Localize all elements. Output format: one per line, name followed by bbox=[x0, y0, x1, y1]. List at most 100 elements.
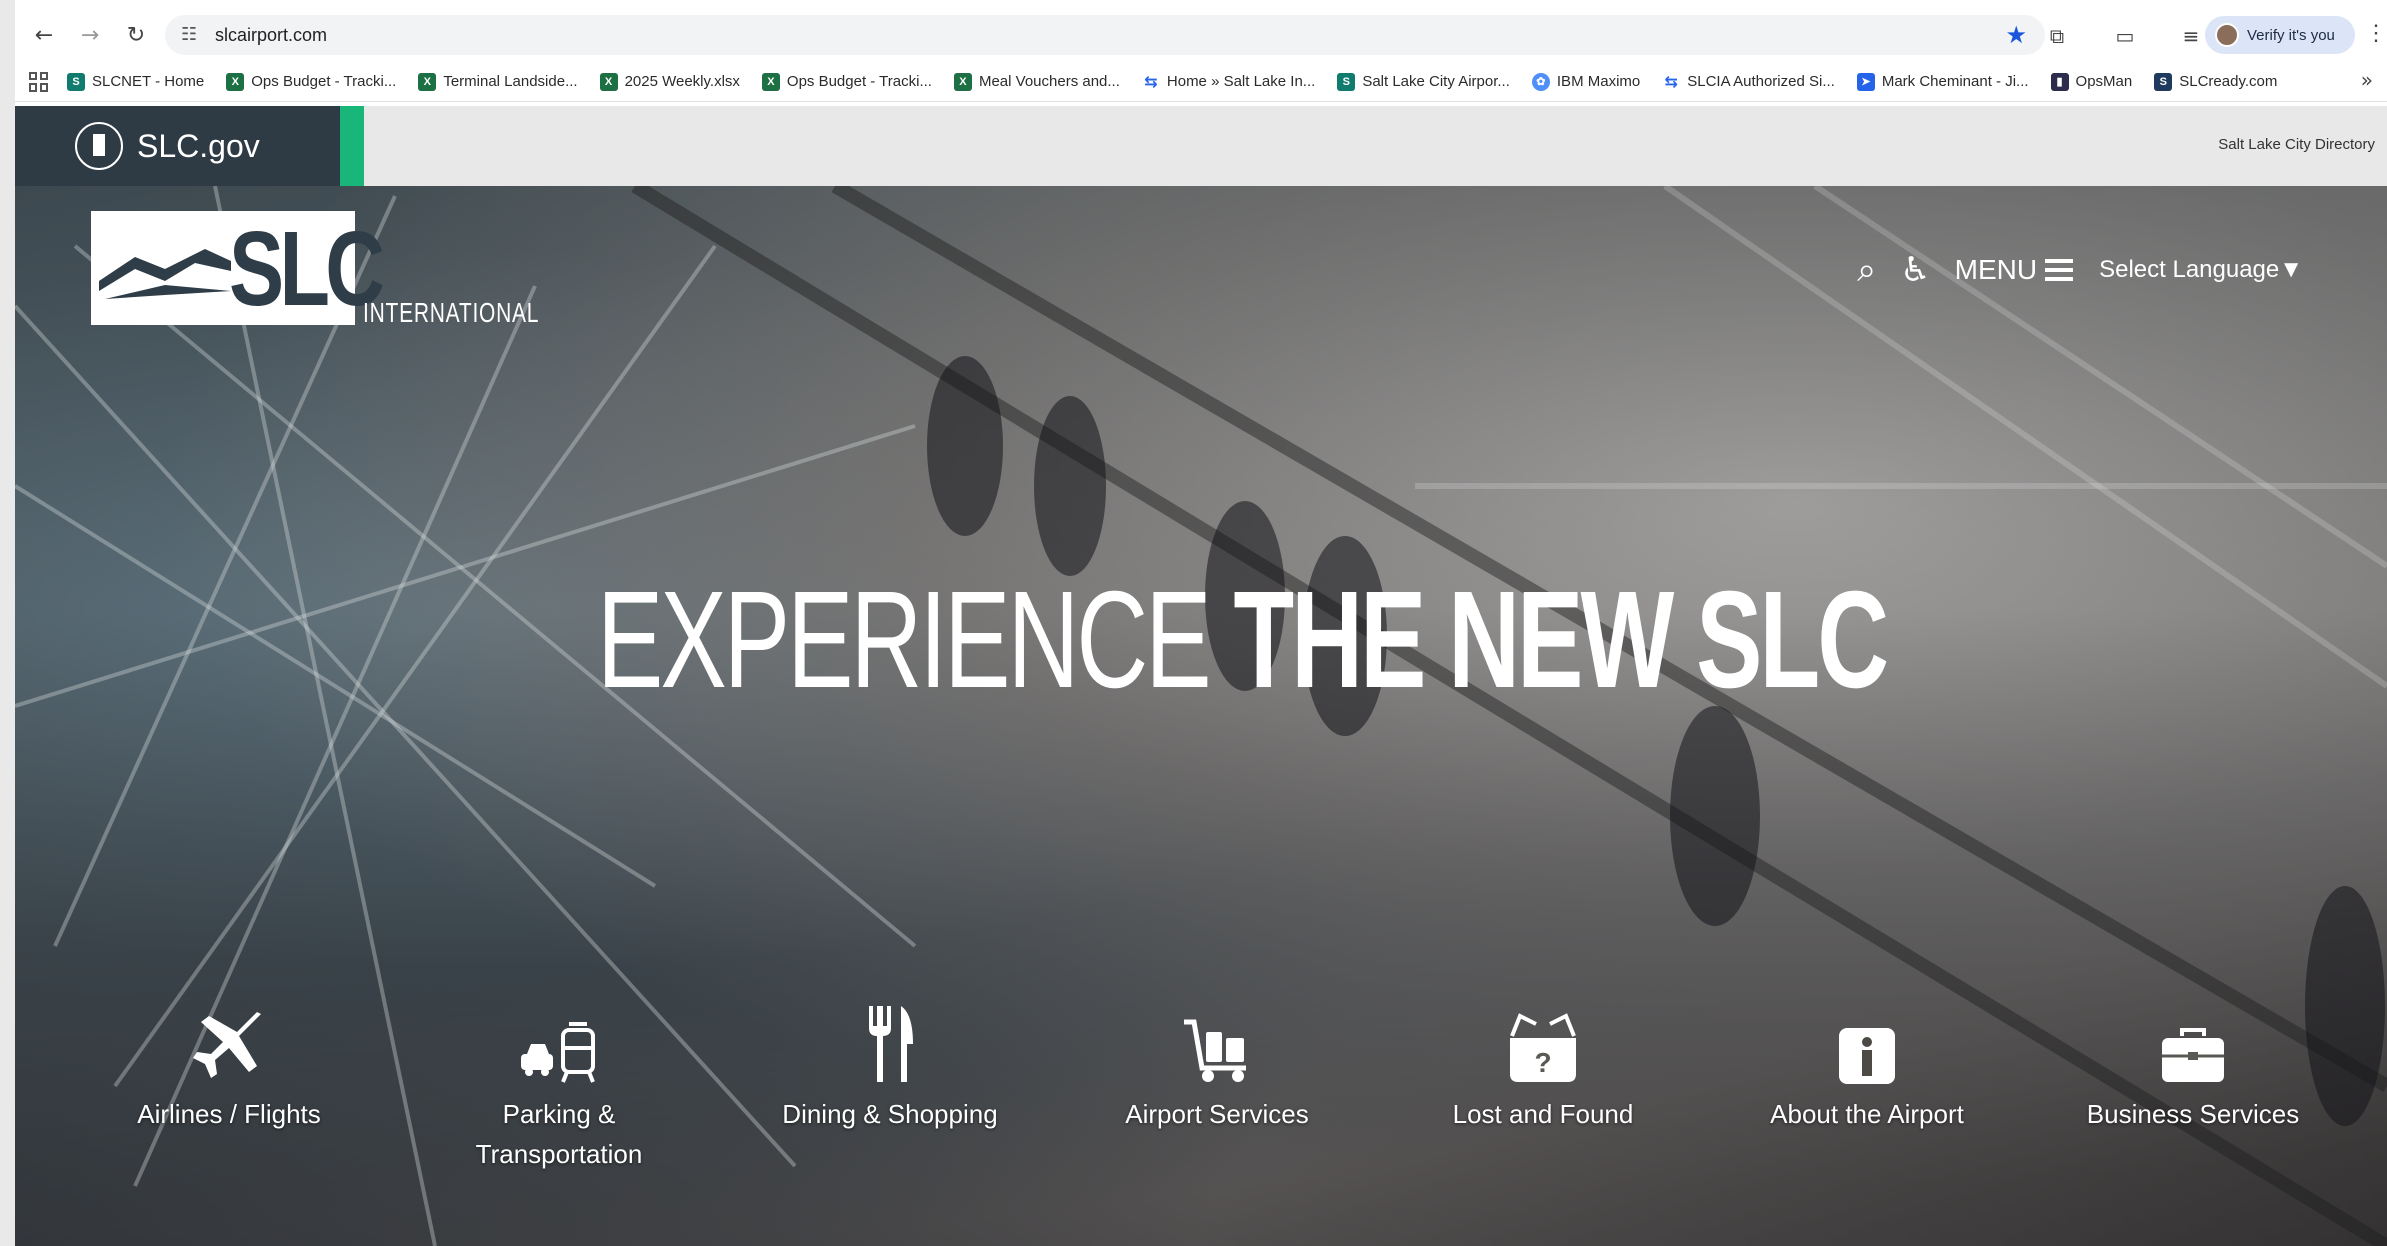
bookmark-star-icon[interactable]: ★ bbox=[2005, 21, 2027, 49]
menu-button[interactable]: MENU bbox=[1954, 254, 2074, 286]
extensions-icon[interactable]: ⧉ bbox=[2040, 20, 2074, 52]
top-navigation: ⌕ ♿ MENU Select Language▼ bbox=[1857, 250, 2303, 290]
address-bar[interactable]: ☷ slcairport.com ★ bbox=[165, 15, 2045, 55]
bookmark-label: SLCNET - Home bbox=[92, 73, 205, 90]
browser-toolbar: ← → ↻ ☷ slcairport.com ★ ⧉ ▭ ≡ Verify it… bbox=[15, 10, 2387, 60]
quick-link-services[interactable]: Airport Services bbox=[1087, 1004, 1347, 1134]
reload-icon[interactable]: ↻ bbox=[119, 18, 153, 52]
bookmark-label: Ops Budget - Tracki... bbox=[786, 73, 932, 90]
headline-bold-text: THE NEW SLC bbox=[1233, 563, 1889, 717]
fork-knife-icon bbox=[869, 1006, 913, 1082]
bookmark-item[interactable]: X Meal Vouchers and... bbox=[953, 72, 1120, 91]
excel-icon: X bbox=[599, 72, 618, 91]
accessibility-icon[interactable]: ♿ bbox=[1900, 250, 1930, 290]
bookmark-item[interactable]: X 2025 Weekly.xlsx bbox=[599, 72, 740, 91]
slcready-icon: S bbox=[2154, 72, 2173, 91]
car-tram-icon bbox=[521, 1022, 595, 1083]
verify-label: Verify it's you bbox=[2247, 26, 2335, 44]
hero-headline: EXPERIENCE THE NEW SLC bbox=[597, 561, 1889, 720]
excel-icon: X bbox=[761, 72, 780, 91]
quick-link-airlines[interactable]: Airlines / Flights bbox=[99, 1004, 359, 1134]
opsman-icon: ▮ bbox=[2050, 72, 2069, 91]
excel-icon: X bbox=[418, 72, 437, 91]
quick-link-lost-found[interactable]: ? Lost and Found bbox=[1413, 1004, 1673, 1134]
quick-link-label: Airport Services bbox=[1125, 1099, 1309, 1129]
headline-light-text: EXPERIENCE bbox=[597, 563, 1234, 717]
quick-link-label: Parking & Transportation bbox=[475, 1099, 643, 1169]
language-select[interactable]: Select Language▼ bbox=[2099, 256, 2303, 284]
bookmark-item[interactable]: ▮ OpsMan bbox=[2050, 72, 2133, 91]
sharepoint-icon: S bbox=[67, 72, 85, 91]
briefcase-icon bbox=[2162, 1028, 2224, 1082]
forward-icon[interactable]: → bbox=[73, 18, 107, 52]
directory-link[interactable]: Salt Lake City Directory bbox=[2218, 136, 2375, 153]
bookmark-item[interactable]: S SLCNET - Home bbox=[67, 72, 205, 91]
quick-link-label: Business Services bbox=[2086, 1099, 2300, 1129]
bookmark-item[interactable]: ✿ IBM Maximo bbox=[1531, 72, 1641, 91]
browser-menu-icon[interactable]: ⋮ bbox=[2365, 20, 2387, 46]
quick-link-label: Airlines / Flights bbox=[137, 1099, 321, 1129]
bookmark-label: 2025 Weekly.xlsx bbox=[624, 73, 740, 90]
ibm-icon: ✿ bbox=[1531, 72, 1550, 91]
bookmark-item[interactable]: ⇆ Home » Salt Lake In... bbox=[1142, 72, 1316, 91]
cast-icon[interactable]: ▭ bbox=[2108, 20, 2142, 52]
bookmark-item[interactable]: X Terminal Landside... bbox=[418, 72, 578, 91]
svg-text:?: ? bbox=[1534, 1047, 1551, 1078]
bookmark-item[interactable]: ⇆ SLCIA Authorized Si... bbox=[1662, 72, 1835, 91]
bookmark-label: OpsMan bbox=[2075, 73, 2133, 90]
browser-window: ← → ↻ ☷ slcairport.com ★ ⧉ ▭ ≡ Verify it… bbox=[15, 0, 2387, 1246]
bookmark-item[interactable]: X Ops Budget - Tracki... bbox=[226, 72, 397, 91]
hero-banner: SLC INTERNATIONAL ⌕ ♿ MENU Select Langua… bbox=[15, 186, 2387, 1246]
lost-found-box-icon: ? bbox=[1510, 1013, 1576, 1082]
avatar bbox=[2215, 23, 2239, 47]
bookmark-label: Ops Budget - Tracki... bbox=[251, 73, 397, 90]
back-icon[interactable]: ← bbox=[27, 18, 61, 52]
slc-gov-bar: SLC.gov Salt Lake City Directory bbox=[15, 106, 2387, 186]
accent-stripe bbox=[340, 106, 364, 186]
site-info-icon[interactable]: ☷ bbox=[181, 24, 197, 45]
jira-icon: ➤ bbox=[1856, 72, 1875, 91]
logo-international-text: INTERNATIONAL bbox=[363, 297, 540, 328]
quick-link-parking[interactable]: Parking & Transportation bbox=[429, 1004, 689, 1174]
slc-gov-logo[interactable]: SLC.gov bbox=[15, 106, 340, 186]
sharepoint-icon: S bbox=[1337, 72, 1356, 91]
more-bookmarks-icon[interactable]: » bbox=[2361, 68, 2373, 92]
link-icon: ⇆ bbox=[1144, 72, 1158, 91]
city-seal-icon bbox=[75, 122, 123, 170]
bookmark-item[interactable]: ➤ Mark Cheminant - Ji... bbox=[1856, 72, 2029, 91]
bookmarks-bar: S SLCNET - Home X Ops Budget - Tracki... X… bbox=[15, 62, 2387, 102]
bookmark-label: SLCIA Authorized Si... bbox=[1687, 73, 1835, 90]
profile-verify-button[interactable]: Verify it's you bbox=[2205, 16, 2355, 54]
bookmark-label: IBM Maximo bbox=[1556, 73, 1641, 90]
quick-link-about[interactable]: About the Airport bbox=[1737, 1004, 1997, 1134]
bookmark-label: Mark Cheminant - Ji... bbox=[1881, 73, 2029, 90]
bookmark-item[interactable]: S SLCready.com bbox=[2154, 72, 2278, 91]
excel-icon: X bbox=[226, 72, 245, 91]
bookmark-label: Terminal Landside... bbox=[443, 73, 578, 90]
quick-link-label: Lost and Found bbox=[1452, 1099, 1634, 1129]
quick-link-dining[interactable]: Dining & Shopping bbox=[760, 1004, 1020, 1134]
quick-link-label: Dining & Shopping bbox=[782, 1099, 998, 1129]
logo-slc-text: SLC bbox=[229, 210, 385, 328]
baggage-cart-icon bbox=[1184, 1019, 1246, 1082]
quick-link-business[interactable]: Business Services bbox=[2063, 1004, 2323, 1134]
media-control-icon[interactable]: ≡ bbox=[2174, 20, 2208, 52]
menu-label: MENU bbox=[1954, 254, 2038, 285]
link-icon: ⇆ bbox=[1664, 72, 1678, 91]
excel-icon: X bbox=[953, 72, 972, 91]
search-icon[interactable]: ⌕ bbox=[1857, 250, 1876, 290]
apps-grid-icon[interactable] bbox=[29, 71, 49, 92]
bookmark-label: Home » Salt Lake In... bbox=[1166, 73, 1316, 90]
logo-box: SLC bbox=[91, 210, 385, 328]
info-icon bbox=[1839, 1028, 1895, 1084]
hamburger-icon bbox=[2045, 259, 2074, 281]
airplane-icon bbox=[193, 1012, 261, 1078]
slc-gov-logo-text: SLC.gov bbox=[137, 127, 260, 164]
bookmark-label: Meal Vouchers and... bbox=[978, 73, 1120, 90]
bookmark-item[interactable]: X Ops Budget - Tracki... bbox=[761, 72, 932, 91]
url-text[interactable]: slcairport.com bbox=[215, 25, 327, 46]
bookmark-label: Salt Lake City Airpor... bbox=[1362, 73, 1510, 90]
bookmark-item[interactable]: S Salt Lake City Airpor... bbox=[1337, 72, 1510, 91]
bookmark-label: SLCready.com bbox=[2179, 73, 2278, 90]
quick-link-label: About the Airport bbox=[1770, 1099, 1964, 1129]
